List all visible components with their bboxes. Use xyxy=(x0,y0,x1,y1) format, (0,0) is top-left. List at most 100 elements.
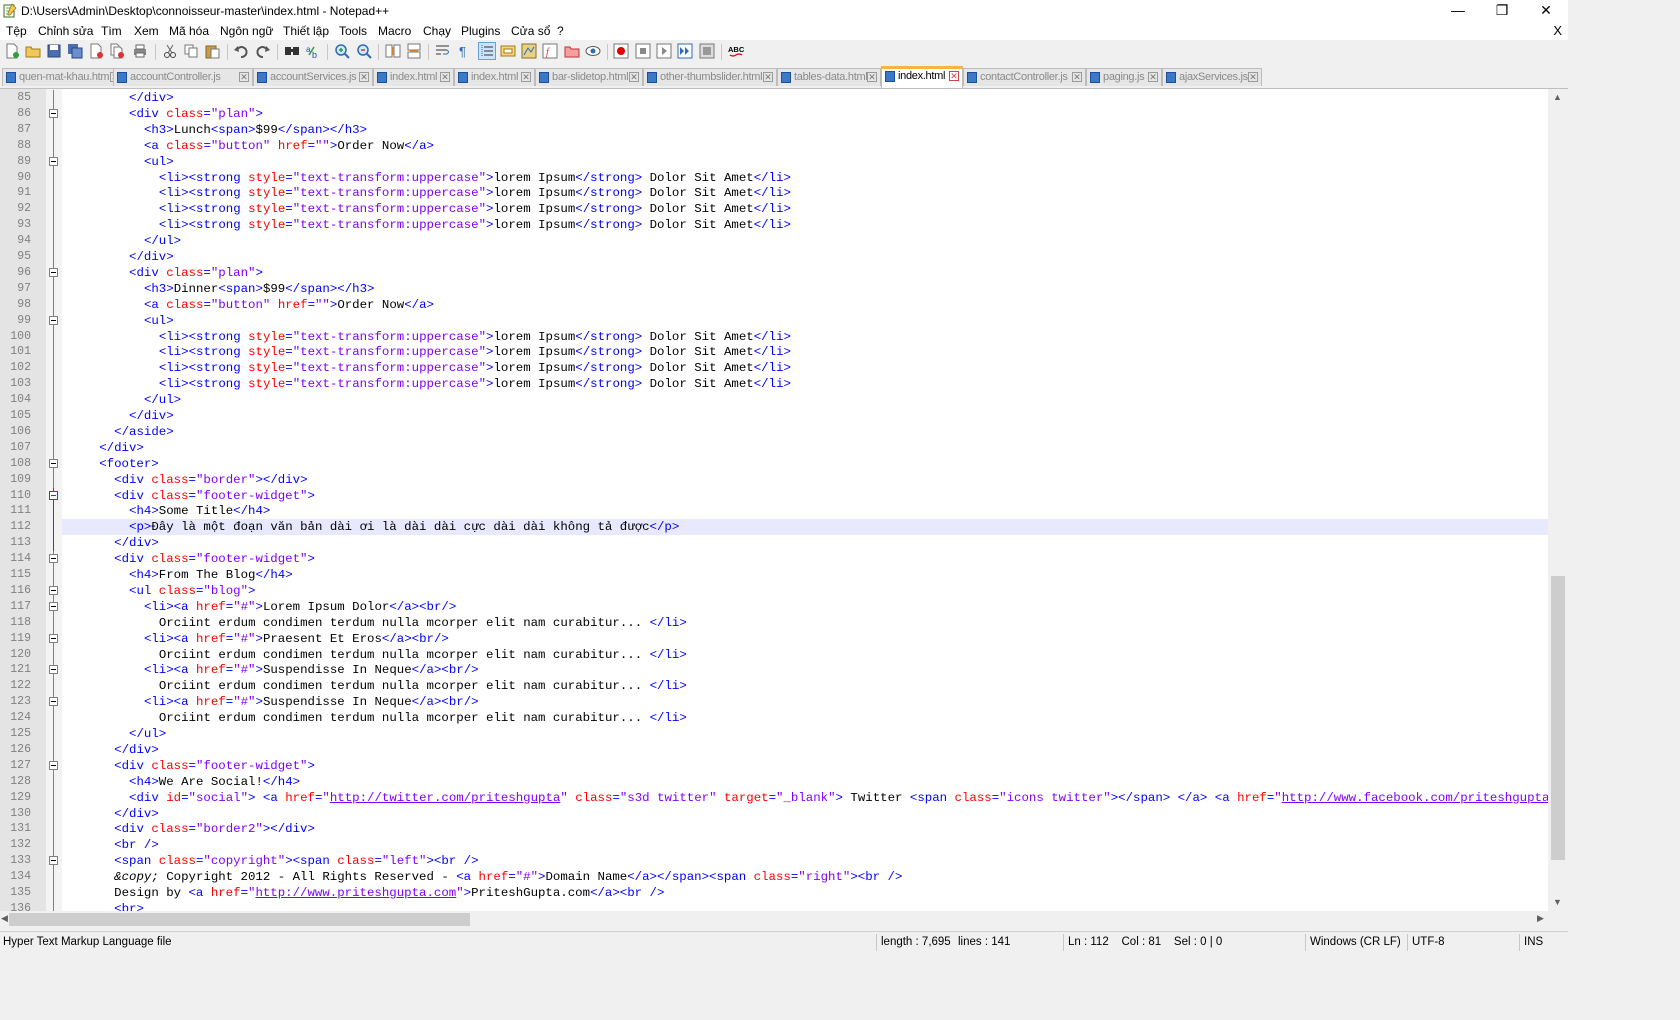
tab-quen-mat-khau-html[interactable]: quen-mat-khau.html✕ xyxy=(2,68,124,86)
vertical-scroll-thumb[interactable] xyxy=(1551,576,1565,860)
code-line[interactable]: <h4>Some Title</h4> xyxy=(62,503,1548,519)
fold-toggle-icon[interactable] xyxy=(49,156,58,166)
code-line[interactable]: </div> xyxy=(62,408,1548,424)
menu-language[interactable]: Ngôn ngữ xyxy=(220,24,273,38)
code-line[interactable]: <li><strong style="text-transform:upperc… xyxy=(62,376,1548,392)
tab-close-icon[interactable]: ✕ xyxy=(239,72,249,82)
code-line[interactable]: <span class="copyright"><span class="lef… xyxy=(62,853,1548,869)
new-file-icon[interactable] xyxy=(4,43,20,59)
run-macro-multiple-icon[interactable] xyxy=(677,43,693,59)
fold-toggle-icon[interactable] xyxy=(49,108,58,118)
sync-horizontal-icon[interactable] xyxy=(406,43,422,59)
code-line[interactable]: <h4>From The Blog</h4> xyxy=(62,567,1548,583)
tab-close-icon[interactable]: ✕ xyxy=(521,72,531,82)
show-all-characters-icon[interactable]: ¶ xyxy=(456,43,472,59)
code-line[interactable]: <div class="plan"> xyxy=(62,106,1548,122)
code-line[interactable]: </div> xyxy=(62,742,1548,758)
tab-other-thumbslider-html[interactable]: other-thumbslider.html ✕ xyxy=(643,68,777,86)
code-line[interactable]: </div> xyxy=(62,806,1548,822)
folder-as-workspace-icon[interactable] xyxy=(564,43,580,59)
code-line[interactable]: &copy; Copyright 2012 - All Rights Reser… xyxy=(62,869,1548,885)
tab-index-html[interactable]: index.html ✕ xyxy=(881,66,963,88)
code-line[interactable]: <li><a href="#">Praesent Et Eros</a><br/… xyxy=(62,631,1548,647)
monitoring-icon[interactable] xyxy=(585,43,601,59)
menu-encoding[interactable]: Mã hóa xyxy=(169,24,209,38)
close-button[interactable]: ✕ xyxy=(1524,0,1568,22)
print-icon[interactable] xyxy=(132,43,148,59)
fold-toggle-icon[interactable] xyxy=(49,585,58,595)
code-line[interactable]: <li><strong style="text-transform:upperc… xyxy=(62,201,1548,217)
fold-toggle-icon[interactable] xyxy=(49,633,58,643)
code-line[interactable]: <div class="footer-widget"> xyxy=(62,758,1548,774)
tab-accountservices-js[interactable]: accountServices.js ✕ xyxy=(253,68,373,86)
function-list-icon[interactable]: f xyxy=(542,43,558,59)
paste-icon[interactable] xyxy=(204,43,220,59)
menu-plugins[interactable]: Plugins xyxy=(461,24,500,38)
menu-run[interactable]: Chạy xyxy=(423,24,451,38)
vertical-scrollbar[interactable]: ▲ ▼ xyxy=(1548,89,1568,912)
tab-close-icon[interactable]: ✕ xyxy=(949,71,959,81)
code-line[interactable]: <p>Đây là một đoạn văn bản dài ơi là dài… xyxy=(62,519,1548,536)
code-line[interactable]: <li><a href="#">Suspendisse In Neque</a>… xyxy=(62,662,1548,678)
code-area[interactable]: </div> <div class="plan"> <h3>Lunch<span>$… xyxy=(62,89,1548,912)
document-map-icon[interactable] xyxy=(521,43,537,59)
scroll-left-icon[interactable]: ◀ xyxy=(1,913,8,924)
code-line[interactable]: </aside> xyxy=(62,424,1548,440)
horizontal-scroll-thumb[interactable] xyxy=(9,913,470,926)
tab-close-icon[interactable]: ✕ xyxy=(1148,72,1158,82)
menu-tools[interactable]: Tools xyxy=(339,24,367,38)
tab-contactcontroller-js[interactable]: contactController.js ✕ xyxy=(963,68,1086,86)
code-line[interactable]: </ul> xyxy=(62,726,1548,742)
code-line[interactable]: Design by <a href= "http://www.priteshgup… xyxy=(62,885,1548,901)
tab-close-icon[interactable]: ✕ xyxy=(359,72,369,82)
fold-toggle-icon[interactable] xyxy=(49,856,58,866)
minimize-button[interactable]: — xyxy=(1436,0,1480,22)
menu-window[interactable]: Cửa sổ xyxy=(511,24,550,38)
code-line[interactable]: <div class="footer-widget"> xyxy=(62,488,1548,504)
code-line[interactable]: <div class="plan"> xyxy=(62,265,1548,281)
fold-toggle-icon[interactable] xyxy=(49,760,58,770)
stop-recording-icon[interactable] xyxy=(635,43,651,59)
fold-toggle-icon[interactable] xyxy=(49,665,58,675)
code-line[interactable]: <li><strong style="text-transform:upperc… xyxy=(62,329,1548,345)
tab-close-icon[interactable]: ✕ xyxy=(1072,72,1082,82)
find-icon[interactable] xyxy=(284,43,300,59)
code-line[interactable]: </div> xyxy=(62,249,1548,265)
menu-settings[interactable]: Thiết lập xyxy=(283,24,329,38)
tab-close-icon[interactable]: ✕ xyxy=(867,72,877,82)
redo-icon[interactable] xyxy=(255,43,271,59)
code-line[interactable]: </ul> xyxy=(62,392,1548,408)
status-eol[interactable]: Windows (CR LF) xyxy=(1310,936,1401,948)
scroll-down-icon[interactable]: ▼ xyxy=(1553,897,1562,907)
menu-edit[interactable]: Chỉnh sửa xyxy=(38,24,93,38)
code-line[interactable]: <li><strong style="text-transform:upperc… xyxy=(62,344,1548,360)
fold-margin[interactable] xyxy=(46,89,62,912)
close-icon[interactable] xyxy=(88,43,104,59)
tab-accountcontroller-js[interactable]: accountController.js ✕ xyxy=(113,68,253,86)
code-line[interactable]: <br /> xyxy=(62,837,1548,853)
tab-tables-data-html[interactable]: tables-data.html ✕ xyxy=(777,68,881,86)
copy-icon[interactable] xyxy=(183,43,199,59)
tab-close-icon[interactable]: ✕ xyxy=(440,72,450,82)
restore-button[interactable]: ❐ xyxy=(1480,0,1524,22)
fold-toggle-icon[interactable] xyxy=(49,315,58,325)
fold-toggle-icon[interactable] xyxy=(49,458,58,468)
save-all-icon[interactable] xyxy=(67,43,83,59)
tab-index-html[interactable]: index.html ✕ xyxy=(373,68,454,86)
code-line[interactable]: <div id="social"> <a href="http://twitte… xyxy=(62,790,1548,806)
tab-close-icon[interactable]: ✕ xyxy=(763,72,773,82)
code-line[interactable]: <li><strong style="text-transform:upperc… xyxy=(62,217,1548,233)
code-line[interactable]: <ul> xyxy=(62,313,1548,329)
code-line[interactable]: </ul> xyxy=(62,233,1548,249)
open-file-icon[interactable] xyxy=(25,43,41,59)
scroll-up-icon[interactable]: ▲ xyxy=(1553,92,1562,102)
code-line[interactable]: <ul class="blog"> xyxy=(62,583,1548,599)
code-line[interactable]: </div> xyxy=(62,90,1548,106)
indent-guide-icon[interactable] xyxy=(478,42,496,60)
code-line[interactable]: <li><strong style="text-transform:upperc… xyxy=(62,185,1548,201)
play-macro-icon[interactable] xyxy=(656,43,672,59)
status-insert-mode[interactable]: INS xyxy=(1524,936,1543,948)
save-icon[interactable] xyxy=(46,43,62,59)
editor[interactable]: 85 86 87 88 89 90 91 92 93 94 95 96 97 98 99 100 101 102 1… xyxy=(0,89,1568,912)
tab-index-html[interactable]: index.html ✕ xyxy=(454,68,535,86)
